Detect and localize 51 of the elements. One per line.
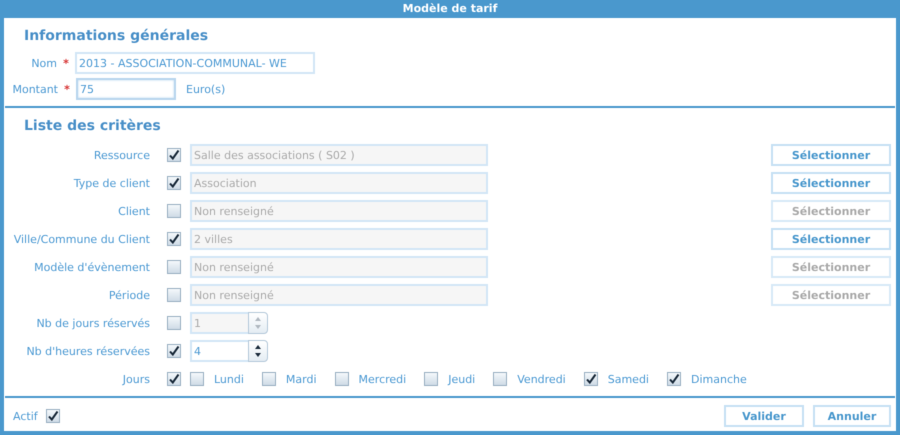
checkbox[interactable] bbox=[167, 372, 181, 386]
select-button[interactable]: Sélectionner bbox=[771, 144, 891, 166]
cancel-button[interactable]: Annuler bbox=[813, 405, 891, 427]
checkbox[interactable] bbox=[167, 288, 181, 302]
criterion-label: Ville/Commune du Client bbox=[12, 232, 150, 246]
checkbox[interactable] bbox=[167, 176, 181, 190]
name-field[interactable]: 2013 - ASSOCIATION-COMMUNAL- WE bbox=[75, 52, 315, 74]
checkbox[interactable] bbox=[666, 372, 681, 386]
criterion-label: Nb d'heures réservées bbox=[25, 344, 150, 358]
checkbox[interactable] bbox=[584, 372, 598, 386]
checkbox[interactable] bbox=[167, 148, 181, 162]
validate-button[interactable]: Valider bbox=[724, 405, 804, 427]
amount-field[interactable]: 75 bbox=[76, 78, 176, 100]
checkbox[interactable] bbox=[262, 372, 276, 386]
criterion-label: Nb de jours réservés bbox=[35, 316, 150, 330]
day-label: Lundi bbox=[214, 372, 244, 386]
checkbox[interactable] bbox=[493, 372, 508, 386]
criterion-label: Type de client bbox=[72, 176, 150, 190]
day-label: Vendredi bbox=[517, 372, 566, 386]
criterion-label: Ressource bbox=[92, 148, 150, 162]
criterion-label: Modèle d'évènement bbox=[33, 260, 150, 274]
window-title: Modèle de tarif bbox=[402, 1, 498, 17]
checkbox[interactable] bbox=[167, 316, 181, 330]
required-mark: * bbox=[63, 82, 71, 96]
day-label: Dimanche bbox=[690, 372, 747, 386]
required-mark: * bbox=[62, 56, 70, 70]
checkbox[interactable] bbox=[167, 344, 181, 358]
section-heading: Informations générales bbox=[24, 28, 210, 46]
field-label: Nom bbox=[30, 56, 57, 70]
spinner-arrows-icon[interactable] bbox=[248, 340, 268, 362]
criterion-label: Période bbox=[108, 288, 150, 302]
checkbox[interactable] bbox=[334, 372, 349, 386]
select-button[interactable]: Sélectionner bbox=[771, 172, 891, 194]
day-label: Samedi bbox=[608, 372, 649, 386]
unit-label: Euro(s) bbox=[186, 82, 226, 96]
day-label: Mercredi bbox=[358, 372, 406, 386]
section-heading: Liste des critères bbox=[24, 118, 162, 136]
day-label: Jeudi bbox=[448, 372, 476, 386]
checkbox[interactable] bbox=[167, 232, 181, 246]
checkbox[interactable] bbox=[167, 204, 181, 218]
number-field[interactable]: 4 bbox=[190, 340, 248, 362]
checkbox[interactable] bbox=[424, 372, 438, 386]
select-button[interactable]: Sélectionner bbox=[771, 228, 891, 250]
criterion-label: Jours bbox=[121, 372, 150, 386]
checkbox[interactable] bbox=[46, 409, 60, 423]
criterion-label: Client bbox=[117, 204, 150, 218]
checkbox[interactable] bbox=[190, 372, 204, 386]
checkbox[interactable] bbox=[167, 260, 181, 274]
active-label: Actif bbox=[13, 410, 38, 422]
day-label: Mardi bbox=[286, 372, 317, 386]
field-label: Montant bbox=[11, 82, 58, 96]
